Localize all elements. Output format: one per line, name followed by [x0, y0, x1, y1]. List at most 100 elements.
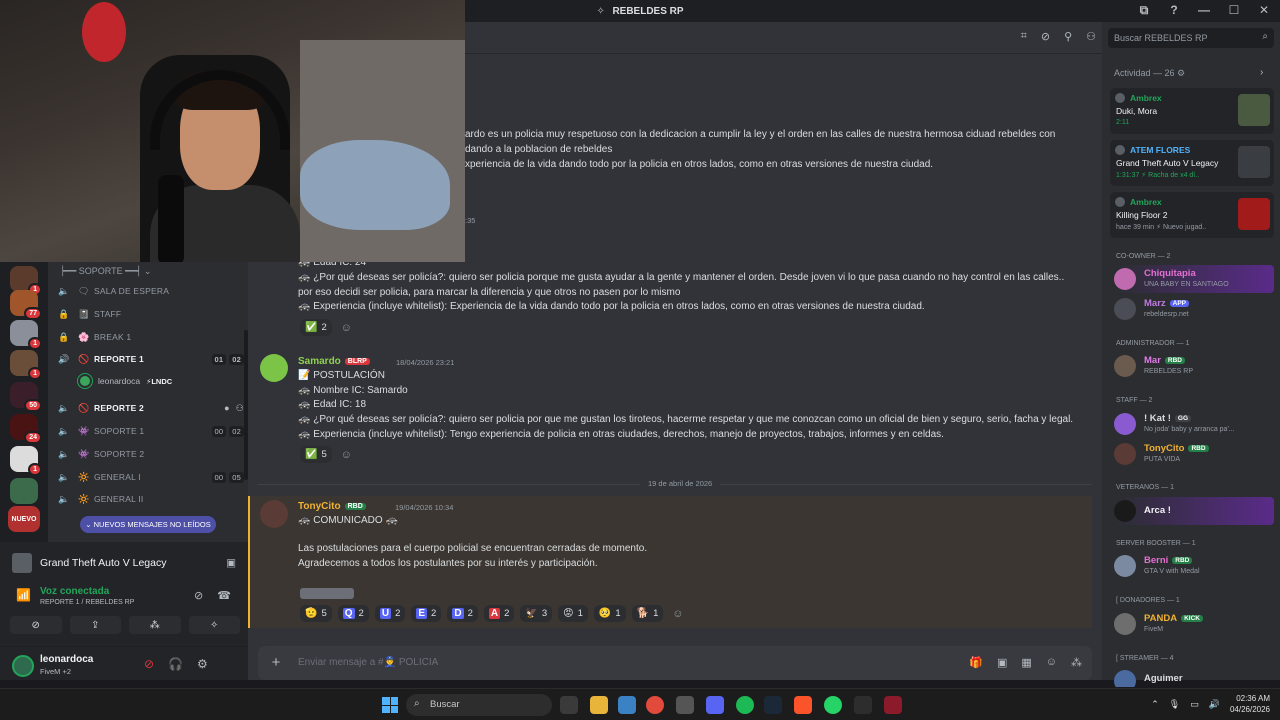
server-icon[interactable]: 1 [10, 320, 42, 350]
member-item[interactable]: Marz APP rebeldesrp.net [1114, 295, 1274, 323]
minimize-button[interactable]: — [1196, 3, 1212, 18]
voice-channel[interactable]: 🔈 🔆 GENERAL I 00 05 [58, 468, 244, 486]
reaction[interactable]: E2 [411, 605, 442, 622]
voice-user[interactable]: leonardoca ⚡LNDC ⊘ ▣ [77, 373, 276, 389]
voice-status[interactable]: Voz conectada [40, 586, 109, 597]
member-item[interactable]: Aguimer [1114, 667, 1274, 687]
mute-icon[interactable]: ⊘ [144, 657, 154, 671]
member-item[interactable]: TonyCito RBD PUTA VIDA [1114, 440, 1274, 468]
task-view-icon[interactable] [560, 696, 578, 714]
spotify-icon[interactable] [736, 696, 754, 714]
noise-suppression-icon[interactable]: ⊘ [194, 589, 203, 602]
gift-icon[interactable]: 🎁 [969, 656, 983, 669]
voice-channel-label[interactable]: REPORTE 1 / REBELDES RP [40, 599, 134, 606]
maximize-button[interactable]: ☐ [1226, 3, 1242, 18]
activity-card[interactable]: Ambrex Killing Floor 2 hace 39 min ⚡ Nue… [1110, 192, 1274, 238]
member-item[interactable]: ! Kat ! GG No joda' baby y arranca pa'... [1114, 410, 1274, 438]
new-messages-pill[interactable]: ⌄ NUEVOS MENSAJES NO LEÍDOS [80, 516, 216, 533]
server-icon[interactable]: 1 [10, 266, 42, 296]
reaction[interactable]: Q2 [337, 605, 369, 622]
message-author[interactable]: Samardo BLRP [298, 356, 370, 367]
gear-icon[interactable]: ⚙ [197, 657, 208, 671]
reaction[interactable]: ✅ 2 [300, 319, 332, 336]
activity-icon[interactable]: ▣ [226, 557, 236, 569]
members-icon[interactable]: ⚇ [1086, 30, 1096, 43]
app-icon[interactable] [884, 696, 902, 714]
avatar[interactable] [12, 655, 34, 677]
server-icon[interactable]: 24 [10, 414, 42, 444]
disconnect-icon[interactable]: ☎ [217, 589, 231, 602]
plus-icon[interactable]: + [268, 655, 284, 671]
gif-icon[interactable]: ▣ [997, 656, 1007, 669]
inbox-icon[interactable]: ⧉ [1136, 3, 1152, 18]
app-icon[interactable] [676, 696, 694, 714]
category-header[interactable]: ┝━━ SOPORTE ━━┥ ⌄ [60, 266, 151, 277]
server-icon[interactable]: 77 [10, 290, 42, 320]
windows-start-icon[interactable] [382, 697, 398, 713]
pin-icon[interactable]: ⚲ [1064, 30, 1072, 43]
add-user-icon[interactable]: ⚇ [236, 403, 244, 414]
threads-icon[interactable]: ⌗ [1021, 30, 1027, 43]
clock[interactable]: 02:36 AM 04/26/2026 [1230, 693, 1270, 715]
chat-icon[interactable]: ● [224, 403, 230, 414]
spoiler-block[interactable] [300, 588, 354, 599]
notifications-icon[interactable]: ⊘ [1041, 30, 1050, 43]
activity-row[interactable]: Grand Theft Auto V Legacy ▣ [12, 548, 236, 578]
voice-channel[interactable]: 🔒 🌸 BREAK 1 [58, 328, 244, 346]
voice-channel[interactable]: 🔈 🚫 REPORTE 2 ● ⚇ [58, 399, 244, 417]
discord-icon[interactable] [706, 696, 724, 714]
server-icon[interactable]: 1 [10, 446, 42, 476]
member-item[interactable]: Chiquitapia UNA BABY EN SANTIAGO [1114, 265, 1274, 293]
soundboard-button[interactable]: ✧ [188, 616, 240, 634]
emoji-icon[interactable]: ☺ [1046, 656, 1057, 669]
screen-share-button[interactable]: ⇪ [69, 616, 121, 634]
voice-channel[interactable]: 🔒 📓 STAFF [58, 305, 244, 323]
network-icon[interactable]: ▭ [1190, 699, 1199, 710]
chevron-up-icon[interactable]: ⌃ [1151, 699, 1159, 710]
message-composer[interactable]: + Enviar mensaje a #👮 POLICIA 🎁 ▣ ▦ ☺ ⁂ [258, 646, 1092, 680]
activity-card[interactable]: Ambrex Duki, Mora 2:11 [1110, 88, 1274, 134]
voice-channel[interactable]: 🔈 🗨 SALA DE ESPERA [58, 282, 244, 300]
reaction[interactable]: 🥺 1 [593, 605, 626, 622]
add-reaction-icon[interactable]: ☺ [669, 605, 686, 622]
taskbar-search[interactable]: ⌕ Buscar [406, 694, 552, 716]
reaction[interactable]: 🐕 1 [631, 605, 664, 622]
reaction[interactable]: 🫡 5 [300, 605, 332, 622]
avatar[interactable] [260, 354, 288, 382]
reaction[interactable]: D2 [447, 605, 478, 622]
message-input-placeholder[interactable]: Enviar mensaje a #👮 POLICIA [298, 657, 438, 668]
search-input[interactable]: Buscar REBELDES RP ⌕ [1108, 28, 1274, 48]
gear-icon[interactable]: ⚙ [1177, 68, 1185, 78]
chrome-icon[interactable] [646, 696, 664, 714]
add-reaction-icon[interactable]: ☺ [338, 446, 355, 463]
server-icon[interactable] [10, 478, 38, 504]
reaction[interactable]: A2 [483, 605, 515, 622]
reaction[interactable]: ✅ 5 [300, 446, 332, 463]
member-item[interactable]: PANDA KICK FiveM [1114, 610, 1274, 638]
voice-channel[interactable]: 🔈 👾 SOPORTE 2 [58, 445, 244, 463]
store-icon[interactable] [618, 696, 636, 714]
username[interactable]: leonardoca [40, 654, 93, 665]
apps-icon[interactable]: ⁂ [1071, 656, 1082, 669]
member-item[interactable]: Mar RBD REBELDES RP [1114, 352, 1274, 380]
close-button[interactable]: ✕ [1256, 3, 1272, 18]
microphone-icon[interactable]: 🎙 [1169, 699, 1180, 710]
help-icon[interactable]: ? [1166, 3, 1182, 18]
headphones-icon[interactable]: 🎧 [168, 657, 183, 671]
file-explorer-icon[interactable] [590, 696, 608, 714]
message-author[interactable]: TonyCito RBD [298, 501, 366, 512]
camera-button[interactable]: ⊘ [10, 616, 62, 634]
voice-channel-active[interactable]: 🔊 🚫 REPORTE 1 01 02 [58, 350, 244, 368]
volume-icon[interactable]: 🔊 [1209, 699, 1220, 710]
reaction[interactable]: U2 [374, 605, 406, 622]
voice-channel[interactable]: 🔈 👾 SOPORTE 1 00 02 [58, 422, 244, 440]
brave-icon[interactable] [794, 696, 812, 714]
server-icon[interactable]: 1 [10, 350, 42, 380]
member-item[interactable]: Arca ! [1114, 497, 1274, 525]
reaction[interactable]: 😡 1 [558, 605, 588, 622]
whatsapp-icon[interactable] [824, 696, 842, 714]
steam-icon[interactable] [764, 696, 782, 714]
avatar[interactable] [260, 500, 288, 528]
app-icon[interactable] [854, 696, 872, 714]
activity-card[interactable]: ATEM FLORES Grand Theft Auto V Legacy 1:… [1110, 140, 1274, 186]
